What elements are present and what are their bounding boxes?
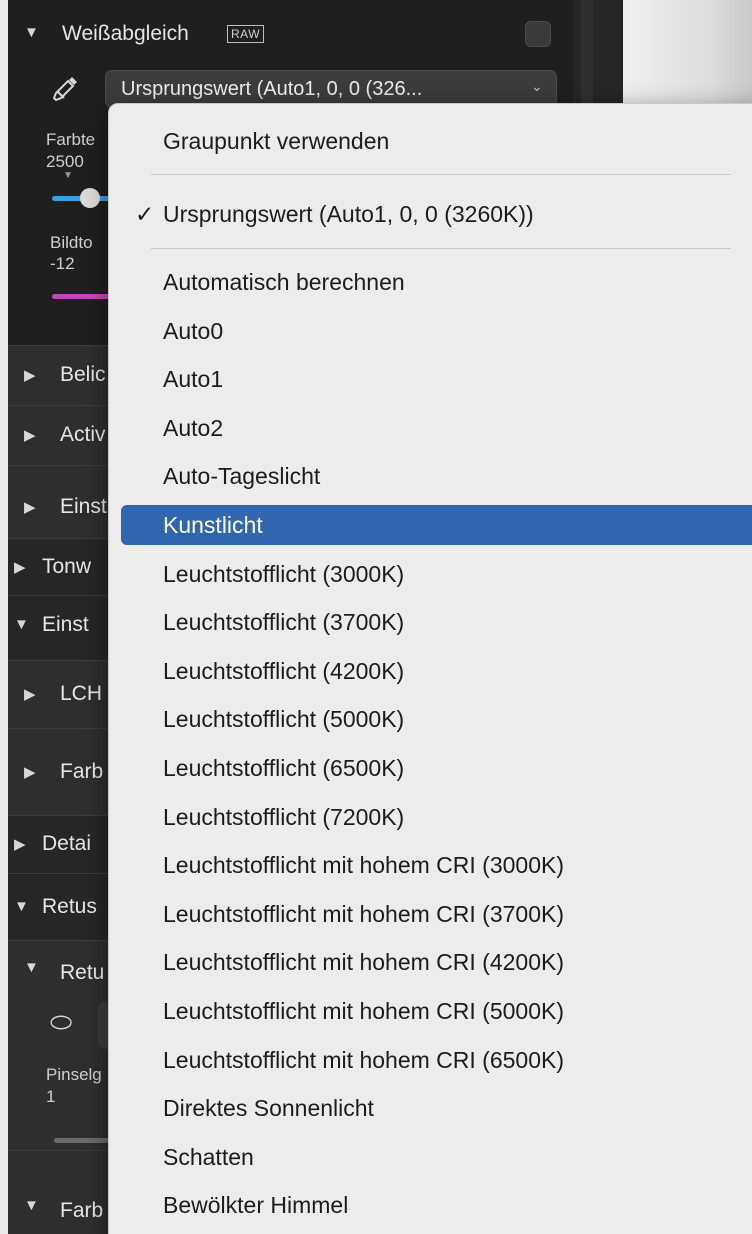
collapse-triangle-icon[interactable]: ▼ — [14, 616, 29, 633]
brush-size-slider[interactable] — [54, 1138, 114, 1143]
expand-triangle-icon[interactable]: ▶ — [24, 763, 36, 781]
color-temperature-value[interactable]: 2500 — [46, 152, 84, 172]
menu-item[interactable]: Leuchtstofflicht (7200K) — [121, 797, 752, 837]
expand-triangle-icon[interactable]: ▶ — [24, 685, 36, 703]
section-label: Belic — [60, 363, 106, 386]
menu-item[interactable]: Leuchtstofflicht mit hohem CRI (3700K) — [121, 894, 752, 934]
slider-marker-icon: ▼ — [63, 170, 73, 181]
menu-item[interactable]: Direktes Sonnenlicht — [121, 1088, 752, 1128]
menu-item[interactable]: Auto2 — [121, 408, 752, 448]
white-balance-preset-value: Ursprungswert (Auto1, 0, 0 (326... — [121, 78, 423, 100]
menu-item[interactable]: Auto0 — [121, 311, 752, 351]
eyedropper-icon[interactable] — [50, 74, 80, 104]
tint-slider[interactable] — [52, 294, 112, 299]
section-label: Einst — [42, 613, 89, 636]
menu-item[interactable]: Bewölkter Himmel — [121, 1185, 752, 1225]
expand-triangle-icon[interactable]: ▶ — [14, 835, 26, 853]
bandage-icon[interactable]: ⬭ — [50, 1007, 72, 1039]
expand-triangle-icon[interactable]: ▶ — [24, 426, 36, 444]
tint-label: Bildto — [50, 233, 93, 252]
menu-item[interactable]: Leuchtstofflicht (3700K) — [121, 602, 752, 642]
expand-triangle-icon[interactable]: ▶ — [24, 498, 36, 516]
menu-item-original-value[interactable]: ✓ Ursprungswert (Auto1, 0, 0 (3260K)) — [121, 194, 752, 234]
color-temperature-label: Farbte — [46, 130, 96, 149]
menu-separator — [151, 174, 731, 175]
chevron-down-icon: ⌄ — [531, 78, 543, 94]
checkmark-icon: ✓ — [135, 201, 155, 227]
window-edge — [0, 0, 8, 1234]
section-label: LCH — [60, 682, 103, 705]
menu-item-use-gray-point[interactable]: Graupunkt verwenden — [121, 121, 752, 161]
menu-item[interactable]: Leuchtstofflicht (6500K) — [121, 748, 752, 788]
menu-item[interactable]: Leuchtstofflicht mit hohem CRI (6500K) — [121, 1040, 752, 1080]
expand-triangle-icon[interactable]: ▶ — [14, 558, 26, 576]
brush-size-value[interactable]: 1 — [46, 1087, 55, 1107]
section-label: Einst — [60, 495, 107, 518]
menu-item[interactable]: Leuchtstofflicht mit hohem CRI (4200K) — [121, 942, 752, 982]
collapse-triangle-icon[interactable]: ▼ — [24, 959, 39, 976]
section-label: Farb — [60, 1199, 104, 1222]
menu-item[interactable]: Kunstlicht — [121, 505, 752, 545]
collapse-triangle-icon[interactable]: ▼ — [14, 898, 29, 915]
section-label: Farb — [60, 760, 104, 783]
section-label: Detai — [42, 832, 92, 855]
menu-separator — [151, 248, 731, 249]
menu-item[interactable]: Schatten — [121, 1137, 752, 1177]
tint-value[interactable]: -12 — [50, 254, 75, 274]
white-balance-preset-menu: Graupunkt verwenden ✓ Ursprungswert (Aut… — [108, 103, 752, 1234]
section-label: Retus — [42, 895, 97, 918]
menu-item[interactable]: Auto1 — [121, 359, 752, 399]
color-temperature-slider-knob[interactable] — [80, 188, 100, 208]
menu-item[interactable]: Leuchtstofflicht (3000K) — [121, 554, 752, 594]
raw-badge: RAW — [227, 25, 265, 43]
white-balance-title: Weißabgleich — [62, 22, 189, 45]
white-balance-enable-checkbox[interactable] — [525, 21, 551, 47]
menu-item[interactable]: Auto-Tageslicht — [121, 456, 752, 496]
section-label: Tonw — [42, 555, 92, 578]
menu-item[interactable]: Leuchtstofflicht mit hohem CRI (5000K) — [121, 991, 752, 1031]
menu-item[interactable]: Leuchtstofflicht (5000K) — [121, 699, 752, 739]
collapse-triangle-icon[interactable]: ▼ — [24, 24, 39, 41]
collapse-triangle-icon[interactable]: ▼ — [24, 1197, 39, 1214]
menu-item[interactable]: Automatisch berechnen — [121, 262, 752, 302]
menu-item[interactable]: Leuchtstofflicht (4200K) — [121, 651, 752, 691]
expand-triangle-icon[interactable]: ▶ — [24, 366, 36, 384]
section-label: Activ — [60, 423, 106, 446]
menu-item[interactable]: Leuchtstofflicht mit hohem CRI (3000K) — [121, 845, 752, 885]
section-label: Retu — [60, 961, 105, 984]
brush-size-label: Pinselg — [46, 1065, 102, 1084]
